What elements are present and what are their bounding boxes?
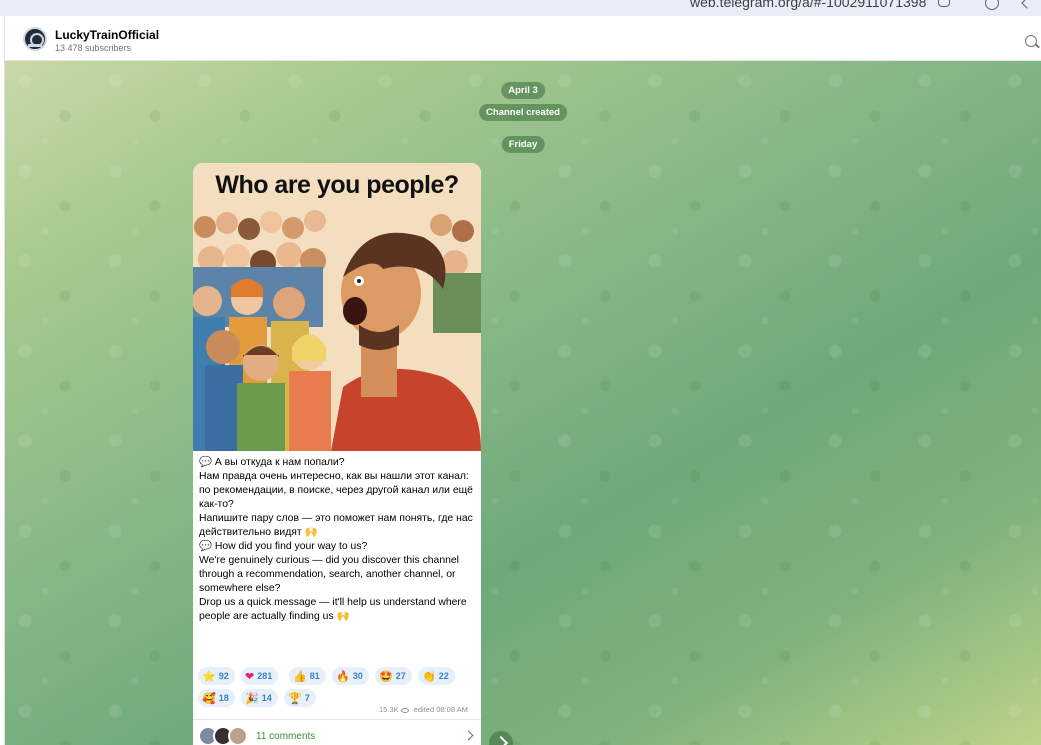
post-line: 💬 А вы откуда к нам попали?: [199, 457, 345, 468]
post-line: Напишите пару слов — это поможет нам пон…: [199, 513, 476, 538]
star-icon: ⭐: [202, 670, 216, 683]
post-line: 💬 How did you find your way to us?: [199, 541, 368, 552]
image-caption-title: Who are you people?: [215, 171, 459, 199]
channel-header[interactable]: LuckyTrainOfficial 13 478 subscribers: [5, 16, 1041, 61]
heart-icon: ❤: [245, 670, 255, 683]
star-struck-icon: 🤩: [379, 670, 393, 683]
date-pill: Friday: [501, 136, 545, 153]
eye-icon: [400, 707, 409, 713]
reaction-count: 81: [309, 671, 320, 681]
reaction-trophy[interactable]: 🏆 7: [284, 689, 316, 707]
channel-post[interactable]: Who are you people? 💬 А вы откуда к нам …: [193, 163, 481, 745]
reaction-count: 7: [304, 693, 310, 703]
channel-avatar[interactable]: [23, 27, 47, 51]
search-icon[interactable]: [1025, 35, 1037, 47]
chat-area: April 3 Channel created Friday Who are y…: [5, 61, 1041, 745]
reaction-count: 27: [395, 671, 406, 681]
reaction-star-struck[interactable]: 🤩 27: [375, 667, 412, 685]
chevron-right-icon: [463, 730, 474, 741]
commenter-avatar: [228, 726, 248, 745]
reaction-clap[interactable]: 👏 22: [418, 667, 455, 685]
trophy-icon: 🏆: [288, 692, 302, 705]
reaction-count: 281: [257, 671, 273, 681]
reaction-count: 22: [438, 671, 449, 681]
post-text: 💬 А вы откуда к нам попали? Нам правда о…: [199, 456, 479, 624]
reaction-thumbs-up[interactable]: 👍 81: [289, 667, 326, 685]
post-meta: 15.3K edited 08:08 AM: [379, 705, 468, 714]
view-count: 15.3K: [379, 705, 399, 714]
crowd-illustration: [193, 207, 481, 451]
post-line: Drop us a quick message — it'll help us …: [199, 597, 470, 622]
url-text[interactable]: web.telegram.org/a/#-1002911071398: [690, 0, 926, 10]
reaction-smiling-hearts[interactable]: 🥰 18: [198, 689, 235, 707]
party-icon: 🎉: [245, 692, 259, 705]
reaction-count: 92: [218, 671, 229, 681]
comments-label[interactable]: 11 comments: [256, 731, 315, 742]
reaction-count: 30: [352, 671, 363, 681]
edited-time: edited 08:08 AM: [413, 705, 468, 714]
post-image[interactable]: Who are you people?: [193, 163, 481, 451]
reaction-heart[interactable]: ❤ 281: [241, 667, 279, 685]
reaction-fire[interactable]: 🔥 30: [332, 667, 369, 685]
subscriber-count: 13 478 subscribers: [55, 43, 132, 53]
reaction-party[interactable]: 🎉 14: [241, 689, 278, 707]
channel-title[interactable]: LuckyTrainOfficial: [55, 28, 159, 42]
thumbs-up-icon: 👍: [293, 670, 307, 683]
reaction-count: 14: [261, 693, 272, 703]
post-line: We're genuinely curious — did you discov…: [199, 555, 462, 594]
reaction-star[interactable]: ⭐ 92: [198, 667, 235, 685]
reaction-count: 18: [218, 693, 229, 703]
clap-icon: 👏: [422, 670, 436, 683]
comments-button[interactable]: 11 comments: [193, 720, 481, 745]
post-line: Нам правда очень интересно, как вы нашли…: [199, 471, 476, 510]
smiling-hearts-icon: 🥰: [202, 692, 216, 705]
browser-url-bar[interactable]: web.telegram.org/a/#-1002911071398: [0, 0, 1041, 16]
fire-icon: 🔥: [336, 670, 350, 683]
back-icon[interactable]: [1020, 0, 1034, 10]
reload-icon[interactable]: [985, 0, 999, 10]
service-message: Channel created: [479, 104, 567, 121]
site-settings-icon[interactable]: [938, 0, 950, 7]
share-button[interactable]: [489, 731, 513, 745]
date-pill: April 3: [501, 82, 545, 99]
